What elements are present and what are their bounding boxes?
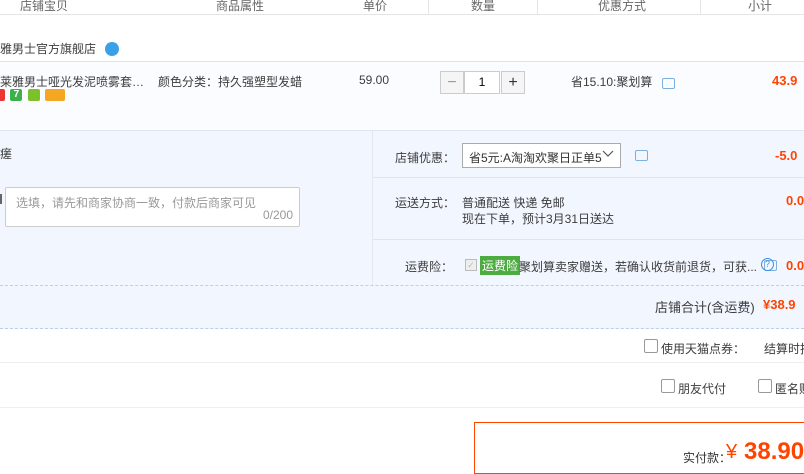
help-icon[interactable]: ?: [761, 258, 774, 271]
item-price: 59.00: [359, 73, 390, 87]
shipping-label: 运送方式：: [395, 196, 456, 210]
shop-discount-label: 店铺优惠：: [395, 151, 456, 165]
promo-text: 省15.10:聚划算: [571, 75, 653, 89]
settle-fragment: 结算时抵: [764, 342, 804, 356]
payment-currency: ¥: [726, 441, 738, 463]
item-promo: 省15.10:聚划算: [571, 73, 675, 90]
summary-label: 店铺合计(含运费): [655, 300, 755, 315]
shop-discount-amount: -5.0: [775, 148, 798, 163]
message-field[interactable]: 选填，请先和商家协商一致，付款后商家可见 0/200: [5, 187, 300, 227]
anonymous-checkbox[interactable]: [758, 379, 772, 393]
header-price: 单价: [363, 0, 388, 13]
header-divider: [428, 0, 429, 14]
insurance-tag: 运费险: [480, 256, 521, 275]
tmall-points-label: 使用天猫点券：: [661, 342, 746, 356]
tmall-points-checkbox[interactable]: [644, 339, 658, 353]
divider: [373, 239, 804, 240]
friend-pay-checkbox[interactable]: [661, 379, 675, 393]
service-badges: 7: [0, 89, 67, 103]
message-label-mark: [0, 194, 2, 204]
comment-icon[interactable]: [635, 150, 648, 161]
badge-7-icon: 7: [10, 89, 23, 101]
header-divider: [537, 0, 538, 14]
header-attr: 商品属性: [216, 0, 265, 13]
header-divider: [700, 0, 701, 14]
anonymous-label: 匿名购: [775, 382, 804, 396]
shipping-eta: 现在下单，预计3月31日送达: [462, 212, 615, 226]
message-counter: 0/200: [262, 208, 293, 222]
payment-label: 实付款：: [683, 451, 732, 465]
payment-amount: 38.90: [744, 438, 804, 465]
shop-row: 雅男士官方旗舰店: [0, 40, 120, 60]
insurance-checkbox[interactable]: ✓: [465, 259, 477, 271]
quantity-plus-button[interactable]: +: [501, 71, 525, 94]
summary-amount: ¥38.9: [763, 297, 796, 312]
insurance-label: 运费险：: [405, 260, 454, 274]
badge-red-icon: [0, 89, 5, 101]
message-placeholder: 选填，请先和商家协商一致，付款后商家可见: [16, 196, 257, 210]
chevron-down-icon: [602, 146, 614, 165]
divider: [373, 177, 804, 178]
comment-icon[interactable]: [661, 78, 675, 89]
quantity-input[interactable]: 1: [464, 71, 500, 94]
sku-label: 颜色分类：: [158, 75, 219, 89]
shop-discount-value: 省5元:A淘淘欢聚日正单5: [469, 151, 602, 165]
badge-card-icon: [45, 89, 66, 101]
shipping-amount: 0.0: [786, 193, 804, 208]
table-header: 店铺宝贝 商品属性 单价 数量 优惠方式 小计: [0, 0, 804, 15]
item-subtotal: 43.9: [772, 73, 798, 88]
item-title[interactable]: 莱雅男士哑光发泥喷雾套装持...: [0, 73, 150, 90]
friend-pay-label: 朋友代付: [678, 382, 727, 396]
sku-value: 持久强塑型发蜡: [218, 75, 303, 89]
insurance-amount: 0.0: [786, 258, 804, 273]
item-row-top-border: [0, 61, 804, 62]
divider: [0, 407, 804, 408]
item-sku: 颜色分类：持久强塑型发蜡: [158, 73, 302, 90]
left-label-fragment: 瘥: [0, 147, 13, 161]
quantity-minus-button[interactable]: −: [440, 71, 464, 94]
divider: [0, 362, 804, 363]
header-item: 店铺宝贝: [20, 0, 69, 13]
wangwang-chat-icon[interactable]: [105, 41, 120, 56]
badge-green-icon: [27, 89, 40, 101]
shop-name[interactable]: 雅男士官方旗舰店: [0, 42, 96, 56]
insurance-desc: 聚划算卖家赠送，若确认收货前退货，可获...: [519, 260, 758, 274]
header-qty: 数量: [471, 0, 496, 13]
header-promo: 优惠方式: [598, 0, 647, 13]
shop-discount-select[interactable]: 省5元:A淘淘欢聚日正单5: [462, 143, 621, 168]
header-subtotal: 小计: [748, 0, 773, 13]
shipping-method: 普通配送 快递 免邮: [462, 196, 565, 210]
divider: [0, 130, 804, 131]
